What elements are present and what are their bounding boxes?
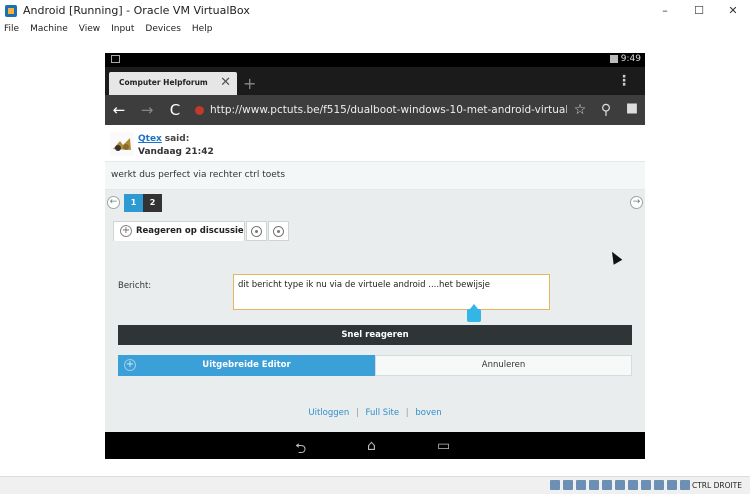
reply-section: ← 1 2 → + Reageren op discussie Bericht:… [105, 190, 645, 432]
author-link[interactable]: Qtex [138, 134, 162, 144]
tab-options[interactable] [268, 221, 289, 241]
said-label: said: [164, 134, 190, 144]
network-icon[interactable] [589, 480, 599, 490]
audio-icon[interactable] [576, 480, 586, 490]
star-icon[interactable]: ☆ [567, 102, 593, 118]
browser-tabstrip: Computer Helpforum ✕ + ⋮ [105, 67, 645, 95]
text-cursor-handle[interactable] [467, 304, 481, 322]
quick-reply-button[interactable]: Snel reageren [118, 325, 632, 345]
menu-file[interactable]: File [4, 24, 19, 34]
footer-links: Uitloggen | Full Site | boven [105, 408, 645, 418]
status-time: 9:49 [620, 54, 641, 64]
tab-title: Computer Helpforum [119, 78, 208, 87]
optical-drive-icon[interactable] [563, 480, 573, 490]
page-2-button[interactable]: 2 [143, 194, 162, 212]
nav-back-icon[interactable]: ⮌ [295, 438, 306, 459]
message-label: Bericht: [118, 281, 152, 291]
tab-close-icon[interactable]: ✕ [220, 75, 231, 90]
logout-link[interactable]: Uitloggen [308, 408, 349, 418]
next-page-icon[interactable]: → [630, 196, 643, 209]
post-body: werkt dus perfect via rechter ctrl toets [105, 161, 645, 190]
page-1-button[interactable]: 1 [124, 194, 143, 212]
android-nav-bar: ⮌ ⌂ ▭ [105, 432, 645, 459]
keyboard-icon[interactable] [680, 480, 690, 490]
cancel-button[interactable]: Annuleren [375, 355, 632, 376]
footer-separator: | [355, 408, 359, 418]
bookmark-icon[interactable]: ⯀ [619, 102, 645, 118]
author-line: Qtex said: [138, 134, 189, 144]
menubar: File Machine View Input Devices Help [0, 21, 750, 36]
minimize-button[interactable]: – [648, 0, 682, 21]
close-button[interactable]: ✕ [716, 0, 750, 21]
maximize-button[interactable]: ☐ [682, 0, 716, 21]
options-icon [273, 225, 284, 237]
plus-icon: + [120, 225, 132, 237]
window-controls: – ☐ ✕ [648, 0, 750, 21]
cpu-icon[interactable] [654, 480, 664, 490]
menu-input[interactable]: Input [111, 24, 134, 34]
smiley-icon [251, 225, 262, 237]
menu-machine[interactable]: Machine [30, 24, 68, 34]
post-date: Vandaag 21:42 [138, 147, 214, 157]
post-header: Qtex said: Vandaag 21:42 [105, 125, 645, 161]
menu-view[interactable]: View [79, 24, 100, 34]
window-title: Android [Running] - Oracle VM VirtualBox [23, 4, 250, 17]
video-capture-icon[interactable] [641, 480, 651, 490]
browser-menu-icon[interactable]: ⋮ [617, 73, 631, 89]
prev-page-icon[interactable]: ← [107, 196, 120, 209]
mouse-integration-icon[interactable] [667, 480, 677, 490]
status-icons [550, 480, 690, 490]
host-status-bar: CTRL DROITE [0, 476, 750, 494]
full-site-link[interactable]: Full Site [366, 408, 400, 418]
site-favicon [195, 105, 204, 115]
host-key-label: CTRL DROITE [691, 481, 742, 490]
search-icon[interactable]: ⚲ [593, 102, 619, 118]
post-text: werkt dus perfect via rechter ctrl toets [111, 170, 286, 180]
window-titlebar: Android [Running] - Oracle VM VirtualBox… [0, 0, 750, 21]
virtualbox-icon [5, 4, 17, 17]
advanced-editor-label: Uitgebreide Editor [202, 360, 291, 370]
reload-icon[interactable]: C [161, 101, 189, 119]
web-page: Qtex said: Vandaag 21:42 werkt dus perfe… [105, 125, 645, 432]
message-textarea[interactable]: dit bericht type ik nu via de virtuele a… [233, 274, 550, 310]
nav-recent-icon[interactable]: ▭ [437, 438, 450, 454]
top-link[interactable]: boven [415, 408, 441, 418]
usb-icon[interactable] [602, 480, 612, 490]
new-tab-icon[interactable]: + [243, 74, 256, 93]
notification-icon [111, 55, 120, 63]
browser-url-bar: ← → C http://www.pctuts.be/f515/dualboot… [105, 95, 645, 125]
forward-icon[interactable]: → [133, 101, 161, 119]
display-icon[interactable] [628, 480, 638, 490]
tab-smilies[interactable] [246, 221, 267, 241]
android-status-bar: 9:49 [105, 53, 645, 67]
advanced-editor-button[interactable]: + Uitgebreide Editor [118, 355, 375, 376]
android-screen[interactable]: 9:49 Computer Helpforum ✕ + ⋮ ← → C http… [105, 53, 645, 459]
menu-devices[interactable]: Devices [145, 24, 180, 34]
avatar[interactable] [110, 132, 134, 156]
plus-icon: + [124, 359, 136, 371]
tab-reply-discussion[interactable]: + Reageren op discussie [113, 221, 245, 241]
browser-tab[interactable]: Computer Helpforum ✕ [109, 72, 237, 95]
hdd-icon[interactable] [550, 480, 560, 490]
shared-folder-icon[interactable] [615, 480, 625, 490]
status-right: 9:49 [609, 54, 641, 64]
back-icon[interactable]: ← [105, 101, 133, 119]
signal-icon [609, 55, 618, 63]
menu-help[interactable]: Help [192, 24, 213, 34]
reply-tab-label: Reageren op discussie [136, 226, 244, 236]
footer-separator: | [405, 408, 409, 418]
nav-home-icon[interactable]: ⌂ [367, 438, 376, 454]
url-field[interactable]: http://www.pctuts.be/f515/dualboot-windo… [210, 104, 567, 116]
